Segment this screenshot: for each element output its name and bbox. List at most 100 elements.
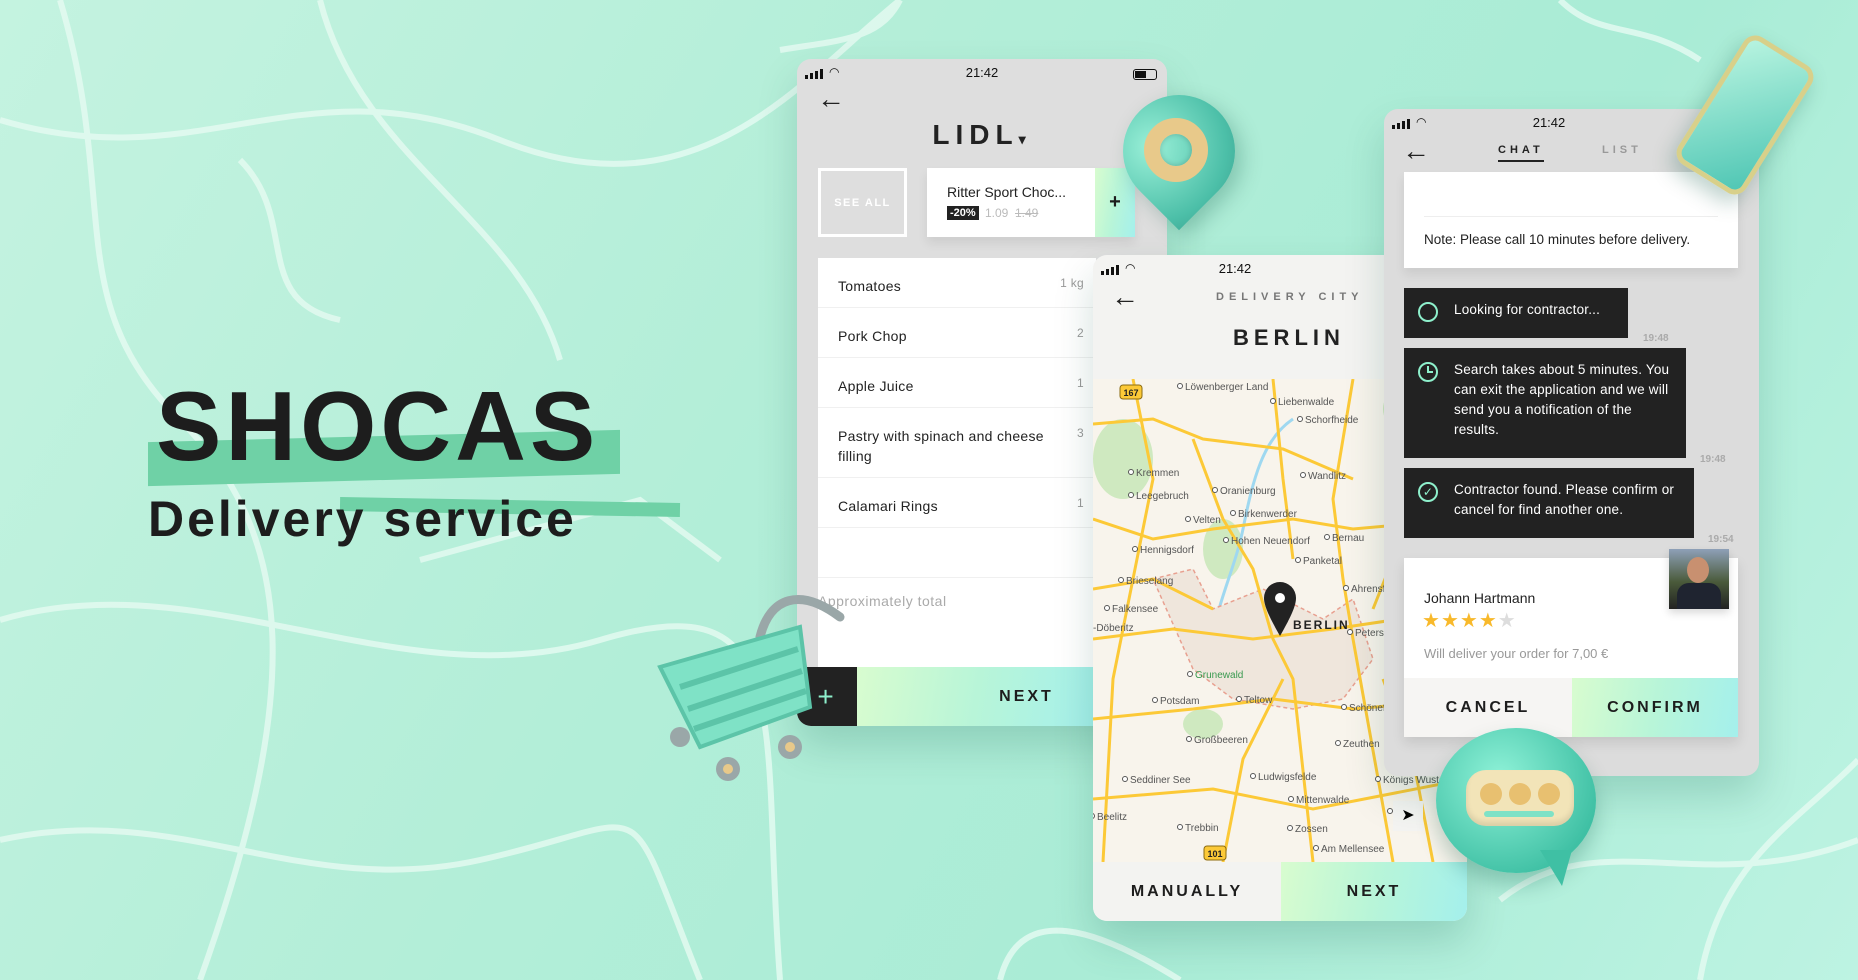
map-place-label: Wandlitz [1308,471,1346,482]
map-place-marker [1341,704,1347,710]
map-place-marker [1288,796,1294,802]
map-place-label: Falkensee [1112,604,1159,615]
map-place-marker [1177,824,1183,830]
cart-item[interactable]: Tomatoes 1 kg [818,258,1096,308]
item-name: Apple Juice [838,378,914,394]
map-place-label: Ludwigsfelde [1258,772,1317,783]
map-place-marker [1236,696,1242,702]
contractor-avatar [1669,549,1729,609]
pin-ring-decoration [1144,118,1208,182]
map-place-label: Velten [1193,515,1221,526]
message-time: 19:48 [1700,454,1726,465]
cart-item[interactable]: Calamari Rings 1 [818,478,1096,528]
product-old-price: 1.49 [1015,206,1039,220]
map-place-label: Zeuthen [1343,739,1380,750]
road-badge-label: 167 [1123,388,1138,398]
cart-item[interactable]: Pastry with spinach and cheese filling 3 [818,408,1096,478]
map-place-label: Panketal [1303,556,1342,567]
back-button[interactable]: ← [817,85,845,113]
cart-item[interactable]: Apple Juice 1 [818,358,1096,408]
message-bubble: Search takes about 5 minutes. You can ex… [1404,348,1686,458]
item-quantity: 1 [1077,496,1084,510]
delivery-city-label: DELIVERY CITY [1216,291,1364,303]
selected-city[interactable]: BERLIN [1233,325,1345,351]
map-place-label: Beelitz [1097,812,1127,823]
map-place-marker [1104,605,1110,611]
shopping-basket-icon [657,595,845,781]
message-time: 19:48 [1643,333,1669,344]
map-place-marker [1250,773,1256,779]
map-place-label: Seddiner See [1130,775,1191,786]
item-name: Calamari Rings [838,498,938,514]
map-place-marker [1324,534,1330,540]
back-button[interactable]: ← [1111,283,1139,311]
map-place-label: Trebbin [1185,823,1219,834]
empty-row [818,528,1096,578]
map-place-marker [1177,383,1183,389]
tab-list[interactable]: LIST [1602,144,1642,156]
clock-icon [1418,362,1438,382]
map-place-marker [1375,776,1381,782]
map-place-label: Mittenwalde [1296,795,1350,806]
map-place-label: Potsdam [1160,696,1199,707]
map-place-marker [1387,808,1393,814]
item-quantity: 1 kg [1060,276,1084,290]
map-place-label: Brieselang [1126,576,1173,587]
contractor-name: Johann Hartmann [1424,590,1536,606]
item-name: Pastry with spinach and cheese filling [838,428,1044,464]
message-time: 19:54 [1708,534,1734,545]
map-place-marker [1132,546,1138,552]
map-place-label: Kremmen [1136,468,1179,479]
road-badge-label: 101 [1207,849,1222,859]
featured-product-card[interactable]: Ritter Sport Choc... -20% 1.09 1.49 + [927,168,1135,237]
map-place-marker [1187,671,1193,677]
map-place-label: Peters [1355,628,1384,639]
manually-button[interactable]: MANUALLY [1093,862,1281,921]
product-name: Ritter Sport Choc... [947,184,1067,200]
map-place-marker [1295,557,1301,563]
map-place-marker [1297,416,1303,422]
check-circle-icon: ✓ [1418,482,1438,502]
cancel-button[interactable]: CANCEL [1404,678,1572,737]
map-place-label: -Döberitz [1093,623,1134,634]
map-pin-hole [1275,593,1285,603]
product-price: 1.09 [985,206,1009,220]
brand-title: SHOCAS [156,371,600,481]
map-place-label: Bernau [1332,533,1364,544]
map-place-label: Großbeeren [1194,735,1248,746]
circle-icon [1418,302,1438,322]
status-time: 21:42 [1532,115,1566,130]
back-button[interactable]: ← [1402,137,1430,165]
next-button[interactable]: NEXT [1281,862,1467,921]
map-place-marker [1186,736,1192,742]
map-place-label: Zossen [1295,824,1328,835]
map-place-marker [1212,487,1218,493]
status-time: 21:42 [1218,261,1252,276]
contractor-rating: ★ ★ ★ ★ ★ [1422,608,1516,633]
map-place-label: Hohen Neuendorf [1231,536,1310,547]
brand-subtitle: Delivery service [148,491,577,547]
star-icon: ★ [1478,610,1497,632]
map-place-marker [1343,585,1349,591]
map-place-marker [1128,492,1134,498]
next-button[interactable]: NEXT [857,667,1096,726]
message-bubble: ✓ Contractor found. Please confirm or can… [1404,468,1694,538]
locate-button[interactable]: ➤ [1393,801,1423,831]
map-place-marker [1118,577,1124,583]
store-selector[interactable]: LIDL▾ [797,119,1167,151]
map-place-marker [1230,510,1236,516]
map-place-marker [1185,516,1191,522]
tab-chat[interactable]: CHAT [1498,144,1544,162]
map-place-label: Liebenwalde [1278,397,1335,408]
map-city-label: BERLIN [1293,618,1350,632]
order-note-card: Note: Please call 10 minutes before deli… [1404,172,1738,268]
cart-item[interactable]: Pork Chop 2 [818,308,1096,358]
item-quantity: 2 [1077,326,1084,340]
item-quantity: 1 [1077,376,1084,390]
discount-badge: -20% [947,206,979,220]
see-all-button[interactable]: SEE ALL [818,168,907,237]
map-place-label: Teltow [1244,695,1273,706]
map-place-marker [1313,845,1319,851]
confirm-button[interactable]: CONFIRM [1572,678,1738,737]
star-icon: ★ [1422,610,1440,632]
